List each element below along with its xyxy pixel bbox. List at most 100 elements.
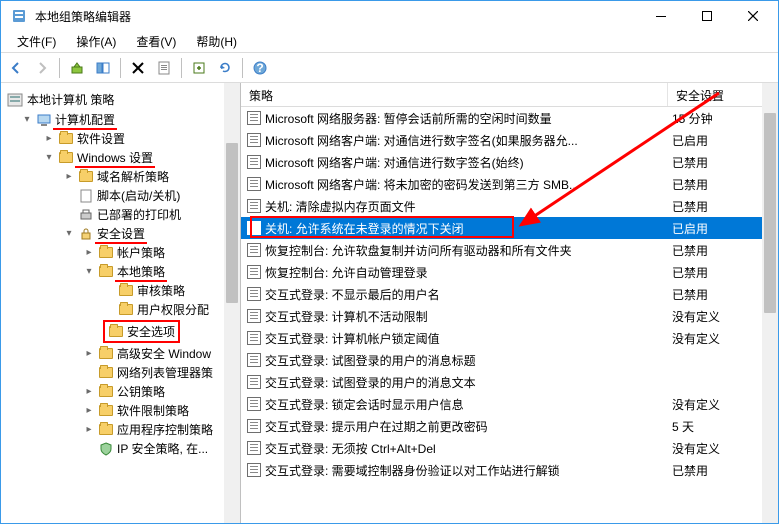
tree-label: 帐户策略 <box>117 244 165 261</box>
scrollbar-thumb[interactable] <box>226 143 238 303</box>
tree-node-audit-policy[interactable]: 审核策略 <box>7 281 238 300</box>
list-row[interactable]: Microsoft 网络客户端: 将未加密的密码发送到第三方 SMB...已禁用 <box>241 173 778 195</box>
policy-label: 交互式登录: 提示用户在过期之前更改密码 <box>265 418 488 435</box>
folder-icon <box>98 422 114 438</box>
tree-node-security-options[interactable]: 安全选项 <box>7 319 238 344</box>
list-row[interactable]: 恢复控制台: 允许软盘复制并访问所有驱动器和所有文件夹已禁用 <box>241 239 778 261</box>
svg-text:?: ? <box>256 61 263 75</box>
window-title: 本地组策略编辑器 <box>35 8 638 25</box>
tree-label: 公钥策略 <box>117 383 165 400</box>
list-row[interactable]: 交互式登录: 锁定会话时显示用户信息没有定义 <box>241 393 778 415</box>
chevron-right-icon[interactable]: ▸ <box>83 425 95 435</box>
folder-icon <box>118 302 134 318</box>
policy-label: 关机: 清除虚拟内存页面文件 <box>265 198 416 215</box>
list-row[interactable]: 关机: 允许系统在未登录的情况下关闭已启用 <box>241 217 778 239</box>
policy-root-icon <box>7 92 23 108</box>
policy-label: 关机: 允许系统在未登录的情况下关闭 <box>265 220 464 237</box>
scrollbar-thumb[interactable] <box>764 113 776 313</box>
export-list-button[interactable] <box>188 57 210 79</box>
column-header-policy[interactable]: 策略 <box>241 83 668 106</box>
minimize-button[interactable] <box>638 2 684 30</box>
tree-label: 安全设置 <box>97 225 145 242</box>
toolbar: ? <box>1 53 778 83</box>
properties-button[interactable] <box>153 57 175 79</box>
tree-pane: 本地计算机 策略 ▾ 计算机配置 ▸ 软件设置 ▾ Windows 设置 ▸ 域 <box>1 83 241 523</box>
tree-node-scripts[interactable]: 脚本(启动/关机) <box>7 186 238 205</box>
tree-label: IP 安全策略, 在... <box>117 440 208 457</box>
policy-item-icon <box>247 221 261 235</box>
list-row[interactable]: 交互式登录: 计算机不活动限制没有定义 <box>241 305 778 327</box>
policy-item-icon <box>247 177 261 191</box>
list-row[interactable]: Microsoft 网络服务器: 暂停会话前所需的空闲时间数量15 分钟 <box>241 107 778 129</box>
tree-node-app-control[interactable]: ▸ 应用程序控制策略 <box>7 420 238 439</box>
tree-node-network-list[interactable]: 网络列表管理器策 <box>7 363 238 382</box>
chevron-right-icon[interactable]: ▸ <box>43 134 55 144</box>
toolbar-separator <box>181 58 182 78</box>
tree-scrollbar[interactable] <box>224 83 240 523</box>
list-rows: Microsoft 网络服务器: 暂停会话前所需的空闲时间数量15 分钟Micr… <box>241 107 778 481</box>
chevron-right-icon[interactable]: ▸ <box>83 248 95 258</box>
list-row[interactable]: Microsoft 网络客户端: 对通信进行数字签名(如果服务器允...已启用 <box>241 129 778 151</box>
list-row[interactable]: 恢复控制台: 允许自动管理登录已禁用 <box>241 261 778 283</box>
list-row[interactable]: 交互式登录: 需要域控制器身份验证以对工作站进行解锁已禁用 <box>241 459 778 481</box>
menu-action[interactable]: 操作(A) <box>66 31 126 52</box>
tree-node-public-key[interactable]: ▸ 公钥策略 <box>7 382 238 401</box>
list-row[interactable]: 交互式登录: 无须按 Ctrl+Alt+Del没有定义 <box>241 437 778 459</box>
list-row[interactable]: Microsoft 网络客户端: 对通信进行数字签名(始终)已禁用 <box>241 151 778 173</box>
menu-help[interactable]: 帮助(H) <box>186 31 247 52</box>
back-button[interactable] <box>5 57 27 79</box>
policy-item-icon <box>247 199 261 213</box>
list-row[interactable]: 交互式登录: 计算机帐户锁定阈值没有定义 <box>241 327 778 349</box>
up-button[interactable] <box>66 57 88 79</box>
tree-node-user-rights[interactable]: 用户权限分配 <box>7 300 238 319</box>
tree-node-local-policies[interactable]: ▾ 本地策略 <box>7 262 238 281</box>
list-row[interactable]: 交互式登录: 试图登录的用户的消息文本 <box>241 371 778 393</box>
list-scrollbar[interactable] <box>762 83 778 523</box>
policy-item-icon <box>247 331 261 345</box>
policy-label: 交互式登录: 试图登录的用户的消息标题 <box>265 352 476 369</box>
tree-label: 软件设置 <box>77 130 125 147</box>
policy-label: 交互式登录: 计算机帐户锁定阈值 <box>265 330 440 347</box>
forward-button[interactable] <box>31 57 53 79</box>
list-row[interactable]: 交互式登录: 不显示最后的用户名已禁用 <box>241 283 778 305</box>
tree-node-advanced-windows[interactable]: ▸ 高级安全 Window <box>7 344 238 363</box>
policy-item-icon <box>247 133 261 147</box>
chevron-right-icon[interactable]: ▸ <box>83 387 95 397</box>
tree-node-software-restriction[interactable]: ▸ 软件限制策略 <box>7 401 238 420</box>
tree-node-software-settings[interactable]: ▸ 软件设置 <box>7 129 238 148</box>
list-row[interactable]: 关机: 清除虚拟内存页面文件已禁用 <box>241 195 778 217</box>
help-button[interactable]: ? <box>249 57 271 79</box>
tree-node-security-settings[interactable]: ▾ 安全设置 <box>7 224 238 243</box>
folder-icon <box>98 365 114 381</box>
policy-item-icon <box>247 375 261 389</box>
menu-file[interactable]: 文件(F) <box>7 31 66 52</box>
maximize-button[interactable] <box>684 2 730 30</box>
refresh-button[interactable] <box>214 57 236 79</box>
tree-node-ip-security[interactable]: IP 安全策略, 在... <box>7 439 238 458</box>
printer-icon <box>78 207 94 223</box>
policy-item-icon <box>247 155 261 169</box>
chevron-right-icon[interactable]: ▸ <box>63 172 75 182</box>
delete-button[interactable] <box>127 57 149 79</box>
tree-label: 脚本(启动/关机) <box>97 187 180 204</box>
tree-node-account-policies[interactable]: ▸ 帐户策略 <box>7 243 238 262</box>
chevron-right-icon[interactable]: ▸ <box>83 406 95 416</box>
list-row[interactable]: 交互式登录: 试图登录的用户的消息标题 <box>241 349 778 371</box>
list-row[interactable]: 交互式登录: 提示用户在过期之前更改密码5 天 <box>241 415 778 437</box>
tree-node-name-resolution[interactable]: ▸ 域名解析策略 <box>7 167 238 186</box>
chevron-right-icon[interactable]: ▸ <box>83 349 95 359</box>
policy-item-icon <box>247 441 261 455</box>
chevron-down-icon[interactable]: ▾ <box>83 267 95 277</box>
tree-node-deployed-printers[interactable]: 已部署的打印机 <box>7 205 238 224</box>
show-hide-tree-button[interactable] <box>92 57 114 79</box>
tree-root[interactable]: 本地计算机 策略 <box>7 89 238 110</box>
folder-icon <box>98 346 114 362</box>
menu-view[interactable]: 查看(V) <box>126 31 186 52</box>
chevron-down-icon[interactable]: ▾ <box>43 153 55 163</box>
tree-node-windows-settings[interactable]: ▾ Windows 设置 <box>7 148 238 167</box>
toolbar-separator <box>59 58 60 78</box>
chevron-down-icon[interactable]: ▾ <box>63 229 75 239</box>
close-button[interactable] <box>730 2 776 30</box>
chevron-down-icon[interactable]: ▾ <box>21 115 33 125</box>
tree-node-computer-config[interactable]: ▾ 计算机配置 <box>7 110 238 129</box>
